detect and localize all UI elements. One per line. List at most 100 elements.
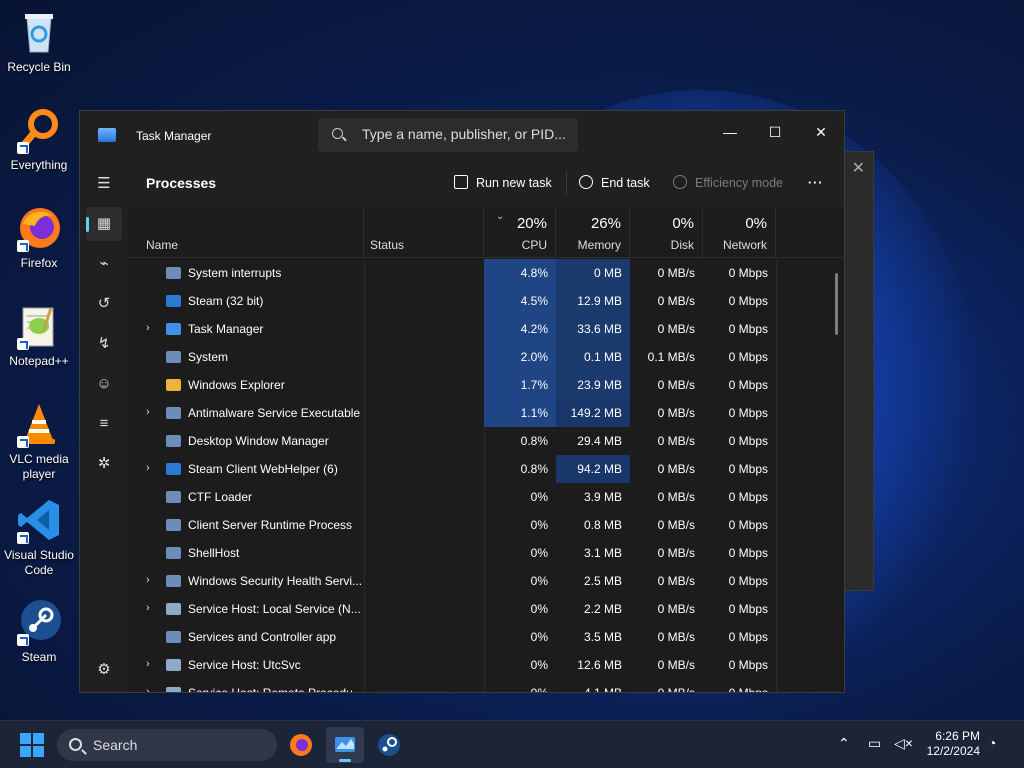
column-header-status[interactable]: Status [364,207,484,258]
process-memory: 149.2 MB [556,399,630,427]
desktop-icon-everything[interactable]: Everything [0,106,78,173]
process-memory: 23.9 MB [556,371,630,399]
process-row[interactable]: System interrupts 4.8% 0 MB 0 MB/s 0 Mbps [128,259,844,287]
close-button[interactable]: ✕ [798,117,844,147]
maximize-button[interactable]: ☐ [752,117,798,147]
expand-chevron-icon[interactable]: › [146,658,150,670]
process-row[interactable]: Windows Explorer 1.7% 23.9 MB 0 MB/s 0 Mbps [128,371,844,399]
notepadpp-icon [15,302,63,350]
column-header-memory[interactable]: 26% Memory [556,207,630,258]
process-memory: 0 MB [556,259,630,287]
process-row[interactable]: CTF Loader 0% 3.9 MB 0 MB/s 0 Mbps [128,483,844,511]
desktop-icon-label: VLC media player [9,452,69,481]
process-cpu: 4.8% [484,259,556,287]
process-cpu: 0% [484,679,556,692]
desktop-icon-notepadpp[interactable]: Notepad++ [0,302,78,369]
run-new-task-button[interactable]: Run new task [454,173,552,193]
process-memory: 4.1 MB [556,679,630,692]
process-row[interactable]: Client Server Runtime Process 0% 0.8 MB 0 M… [128,511,844,539]
nav-app-history-icon[interactable]: ↺ [86,287,122,321]
process-icon [166,379,181,391]
nav-startup-apps-icon[interactable]: ↯ [86,327,122,361]
process-disk: 0 MB/s [657,546,695,560]
desktop-icon-label: Notepad++ [9,354,69,368]
taskbar-app-firefox[interactable] [282,727,320,763]
column-header-network[interactable]: 0% Network [703,207,776,258]
taskbar-search-box[interactable]: Search [57,729,277,761]
process-cpu: 0% [530,490,548,504]
nav-processes-icon[interactable]: ▦ [86,207,122,241]
desktop-icon-vscode[interactable]: Visual Studio Code [0,496,78,578]
close-icon[interactable]: ✕ [852,158,865,178]
process-row[interactable]: › Service Host: UtcSvc 0% 12.6 MB 0 MB/s 0 Mb… [128,651,844,679]
process-disk: 0 MB/s [657,518,695,532]
process-network: 0 Mbps [728,630,768,644]
process-name: Client Server Runtime Process [188,518,353,532]
process-search-box[interactable] [318,118,578,152]
expand-chevron-icon[interactable]: › [146,574,150,586]
expand-chevron-icon[interactable]: › [146,322,150,334]
new-task-icon [454,175,468,189]
system-clock[interactable]: 6:26 PM 12/2/2024 [927,729,980,759]
taskbar-app-task-manager[interactable] [326,727,364,763]
steam-icon [15,598,63,646]
process-icon [166,407,181,419]
expand-chevron-icon[interactable]: › [146,686,150,692]
process-row[interactable]: › Steam Client WebHelper (6) 0.8% 94.2 MB 0 … [128,455,844,483]
process-row[interactable]: System 2.0% 0.1 MB 0.1 MB/s 0 Mbps [128,343,844,371]
process-row[interactable]: › Antimalware Service Executable 1.1% 149.2… [128,399,844,427]
process-row[interactable]: › Task Manager 4.2% 33.6 MB 0 MB/s 0 Mbps [128,315,844,343]
process-icon [166,435,181,447]
process-memory: 3.5 MB [583,630,622,644]
process-name: Windows Security Health Servi... [188,574,363,588]
process-row[interactable]: › Service Host: Local Service (N... 0% 2.2 … [128,595,844,623]
minimize-button[interactable]: — [707,117,753,147]
process-row[interactable]: Desktop Window Manager 0.8% 29.4 MB 0 MB/s 0… [128,427,844,455]
vlc-icon [15,400,63,448]
cpu-column-label: CPU [521,238,547,252]
process-disk: 0 MB/s [657,602,695,616]
hamburger-menu-icon[interactable]: ☰ [86,167,122,201]
network-icon[interactable]: ▭ [868,735,881,752]
column-header-disk[interactable]: 0% Disk [630,207,703,258]
expand-chevron-icon[interactable]: › [146,406,150,418]
volume-muted-icon[interactable]: ◁× [894,735,913,752]
notification-bell-icon[interactable]: ◔ [988,735,996,751]
process-network: 0 Mbps [728,378,768,392]
column-header-name[interactable]: Name [128,207,364,258]
desktop-icon-steam[interactable]: Steam [0,598,78,665]
process-cpu: 0.8% [520,462,548,476]
nav-users-icon[interactable]: ☺ [86,367,122,401]
taskbar-app-steam[interactable] [370,727,408,763]
desktop-icon-recycle-bin[interactable]: Recycle Bin [0,8,78,75]
end-task-button[interactable]: End task [579,173,650,193]
process-row[interactable]: ShellHost 0% 3.1 MB 0 MB/s 0 Mbps [128,539,844,567]
process-network: 0 Mbps [728,350,768,364]
page-title: Processes [146,175,217,191]
show-hidden-icons-chevron-up-icon[interactable]: ⌃ [838,735,850,752]
expand-chevron-icon[interactable]: › [146,462,150,474]
desktop-icon-firefox[interactable]: Firefox [0,204,78,271]
column-status-label: Status [370,238,405,252]
title-bar[interactable]: Task Manager — ☐ ✕ [80,111,844,159]
settings-gear-icon[interactable]: ⚙ [86,653,122,687]
efficiency-mode-button[interactable]: Efficiency mode [673,173,783,193]
start-button[interactable] [20,733,44,757]
background-window[interactable]: ✕ [842,151,874,591]
search-input[interactable] [362,126,572,142]
nav-details-icon[interactable]: ≡ [86,407,122,441]
active-app-indicator [339,759,351,762]
column-header-cpu[interactable]: ⌄ 20% CPU [484,207,556,258]
nav-services-icon[interactable]: ✲ [86,447,122,481]
process-row[interactable]: Steam (32 bit) 4.5% 12.9 MB 0 MB/s 0 Mbps [128,287,844,315]
process-row[interactable]: Services and Controller app 0% 3.5 MB 0 MB/… [128,623,844,651]
expand-chevron-icon[interactable]: › [146,602,150,614]
nav-performance-icon[interactable]: ⌁ [86,247,122,281]
desktop-icon-label: Recycle Bin [7,60,71,74]
more-options-button[interactable]: ··· [808,173,824,193]
process-row[interactable]: › Windows Security Health Servi... 0% 2.5 M… [128,567,844,595]
vertical-scrollbar[interactable] [835,273,838,335]
desktop-icon-vlc[interactable]: VLC media player [0,400,78,482]
process-name: Services and Controller app [188,630,337,644]
process-row[interactable]: › Service Host: Remote Procedu... 0%4.1 MB… [128,679,844,692]
